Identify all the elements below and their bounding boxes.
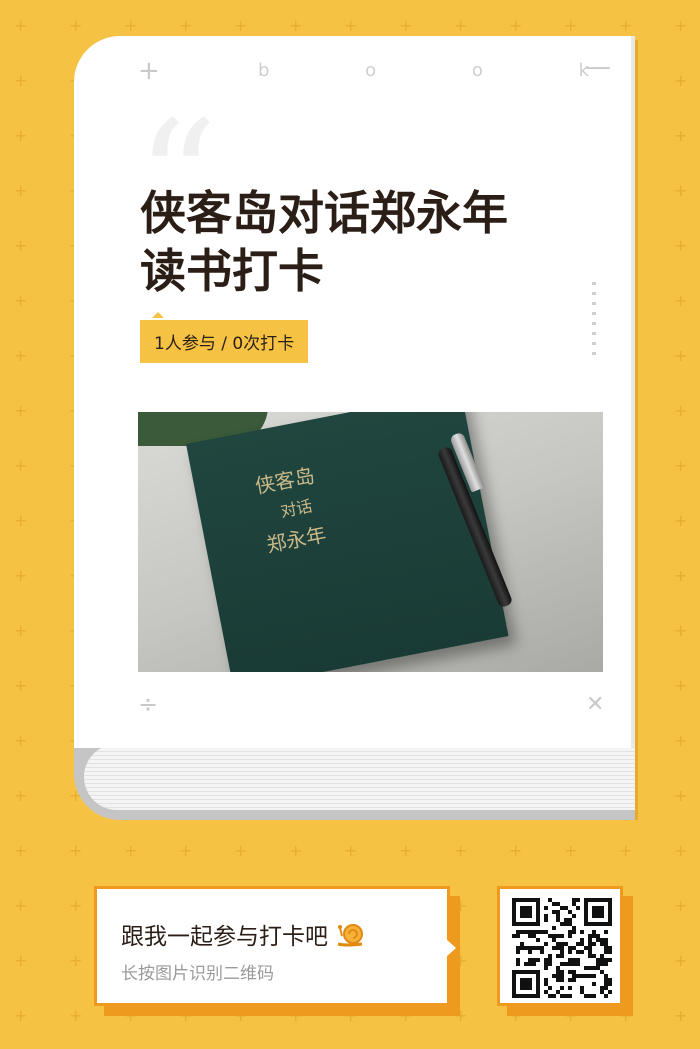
title-line-2: 读书打卡 (140, 244, 324, 298)
cta-pointer-inner (446, 939, 456, 957)
book-cover-line-3: 郑永年 (264, 522, 329, 558)
plus-icon: + (138, 56, 160, 86)
book-deco-word: b o o k (258, 60, 635, 81)
stats-badge: 1人参与 / 0次打卡 (140, 312, 309, 363)
book-photo: 侠客岛 对话 郑永年 (138, 412, 603, 672)
qr-code-card[interactable] (497, 886, 623, 1006)
cta-title-text: 跟我一起参与打卡吧 (121, 924, 328, 950)
qr-code-icon (512, 898, 612, 998)
snail-icon (336, 922, 366, 954)
book-cover-title: 侠客岛 对话 郑永年 (253, 460, 329, 560)
cta-subtitle: 长按图片识别二维码 (121, 964, 274, 984)
title-line-1: 侠客岛对话郑永年 (140, 186, 508, 240)
cta-title: 跟我一起参与打卡吧 (121, 917, 366, 954)
close-icon: ✕ (586, 692, 605, 717)
book-pages-edge (84, 744, 635, 810)
dotted-divider (592, 282, 596, 362)
divide-icon: ÷ (138, 690, 159, 718)
minus-icon: — (585, 52, 611, 82)
cta-card: 跟我一起参与打卡吧 长按图片识别二维码 (94, 886, 450, 1006)
page-title: 侠客岛对话郑永年 读书打卡 (140, 184, 580, 300)
